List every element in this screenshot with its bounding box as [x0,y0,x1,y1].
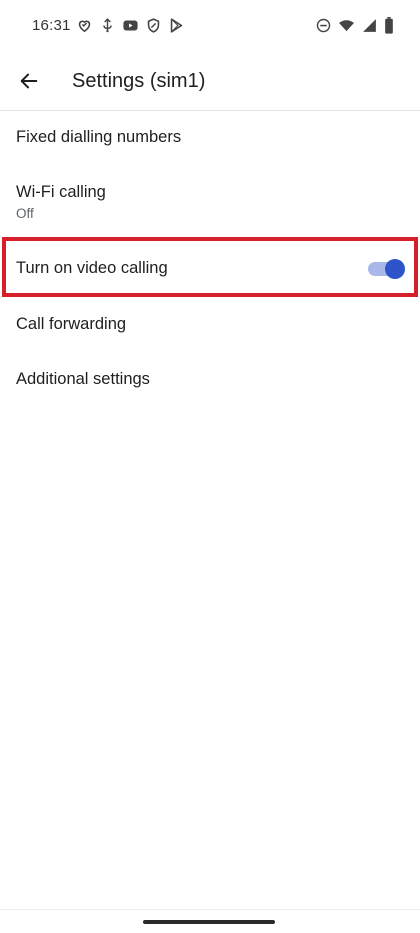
settings-item-title: Call forwarding [16,315,127,333]
cellular-signal-icon [361,17,378,34]
do-not-disturb-icon [315,17,332,34]
app-bar: Settings (sim1) [0,54,420,110]
settings-item-title: Additional settings [16,370,150,388]
status-left-icons [76,17,185,34]
usb-debug-icon [99,17,116,34]
highlight-box [2,237,418,297]
settings-item-additional-settings[interactable]: Additional settings [0,352,420,407]
status-bar: 16:31 [0,0,420,54]
heart-chat-icon [76,17,93,34]
status-time: 16:31 [32,17,71,34]
settings-item-wifi-calling[interactable]: Wi-Fi calling Off [0,167,420,237]
battery-icon [384,17,394,34]
status-right-icons [315,17,394,34]
settings-item-call-forwarding[interactable]: Call forwarding [0,297,420,352]
settings-item-fixed-dialling-numbers[interactable]: Fixed dialling numbers [0,111,420,167]
settings-item-title: Wi-Fi calling [16,183,106,201]
shield-icon [145,17,162,34]
arrow-back-icon [18,70,40,92]
page-title: Settings (sim1) [72,70,206,92]
back-button[interactable] [12,64,46,98]
wifi-icon [338,17,355,34]
gesture-handle[interactable] [143,920,275,924]
youtube-icon [122,17,139,34]
settings-item-subtitle: Off [16,206,34,221]
bottom-divider [0,909,420,910]
settings-item-title: Fixed dialling numbers [16,128,182,146]
play-store-icon [168,17,185,34]
